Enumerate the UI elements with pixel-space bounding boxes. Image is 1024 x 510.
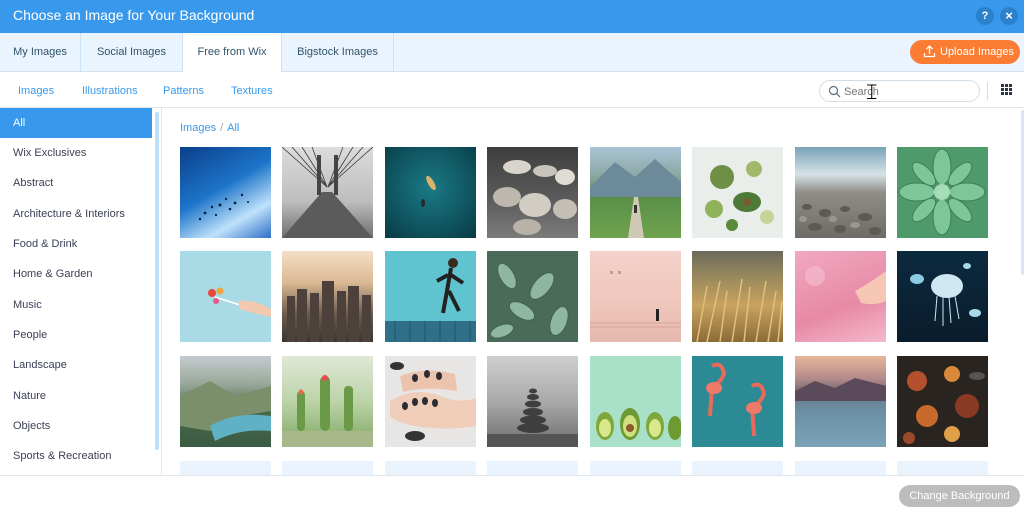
image-tile-loading: [385, 461, 476, 475]
image-tile-loading: [692, 461, 783, 475]
image-tile[interactable]: [795, 251, 886, 342]
category-sidebar: All Wix Exclusives Abstract Architecture…: [0, 108, 162, 475]
subtab-images[interactable]: Images: [18, 85, 54, 97]
image-tile[interactable]: [487, 147, 578, 238]
image-tile[interactable]: [897, 251, 988, 342]
image-tile[interactable]: [590, 356, 681, 447]
image-tile[interactable]: [180, 147, 271, 238]
image-tile[interactable]: [590, 251, 681, 342]
tab-free-from-wix[interactable]: Free from Wix: [183, 33, 282, 73]
sidebar-item-architecture[interactable]: Architecture & Interiors: [0, 199, 152, 229]
sidebar-item-abstract[interactable]: Abstract: [0, 168, 152, 198]
subtab-illustrations[interactable]: Illustrations: [82, 85, 138, 97]
image-tile[interactable]: [487, 356, 578, 447]
image-tile[interactable]: [385, 356, 476, 447]
breadcrumb-separator: /: [220, 122, 224, 134]
sidebar-item-objects[interactable]: Objects: [0, 411, 152, 441]
tab-bigstock-images[interactable]: Bigstock Images: [282, 33, 394, 72]
dialog-footer: Change Background: [0, 475, 1024, 510]
breadcrumb: Images / All: [180, 122, 239, 134]
image-tile[interactable]: [692, 251, 783, 342]
sidebar-item-all[interactable]: All: [0, 108, 152, 138]
upload-images-label: Upload Images: [940, 46, 1014, 58]
source-tabs: My Images Social Images Free from Wix Bi…: [0, 33, 1024, 73]
close-button[interactable]: ×: [1000, 7, 1018, 25]
upload-images-button[interactable]: Upload Images: [910, 40, 1020, 64]
image-tile[interactable]: [897, 147, 988, 238]
help-button[interactable]: ?: [976, 7, 994, 25]
toolbar-divider: [987, 82, 988, 100]
image-tile[interactable]: [282, 147, 373, 238]
image-tile[interactable]: [897, 356, 988, 447]
sidebar-item-music[interactable]: Music: [0, 290, 152, 320]
sidebar-item-home-garden[interactable]: Home & Garden: [0, 259, 152, 289]
image-tile[interactable]: [795, 147, 886, 238]
sidebar-item-food-drink[interactable]: Food & Drink: [0, 229, 152, 259]
image-tile[interactable]: [692, 356, 783, 447]
subtab-textures[interactable]: Textures: [231, 85, 273, 97]
search-icon: [828, 85, 841, 98]
upload-icon: [923, 45, 936, 58]
breadcrumb-root[interactable]: Images: [180, 122, 216, 134]
image-tile[interactable]: [795, 356, 886, 447]
image-tile[interactable]: [487, 251, 578, 342]
dialog-title: Choose an Image for Your Background: [13, 7, 255, 23]
tab-my-images[interactable]: My Images: [0, 33, 81, 72]
image-tile[interactable]: [180, 356, 271, 447]
image-tile-loading: [282, 461, 373, 475]
sidebar-item-wix-exclusives[interactable]: Wix Exclusives: [0, 138, 152, 168]
search-box: [819, 80, 980, 102]
sidebar-item-people[interactable]: People: [0, 320, 152, 350]
image-tile[interactable]: [385, 147, 476, 238]
image-tile[interactable]: [180, 251, 271, 342]
image-tile-loading: [590, 461, 681, 475]
tab-social-images[interactable]: Social Images: [81, 33, 183, 72]
sidebar-scrollbar[interactable]: [155, 112, 159, 450]
sidebar-item-landscape[interactable]: Landscape: [0, 350, 152, 380]
image-tile-loading: [795, 461, 886, 475]
sidebar-item-sports[interactable]: Sports & Recreation: [0, 441, 152, 471]
image-tile-loading: [180, 461, 271, 475]
image-tile[interactable]: [282, 251, 373, 342]
image-tile[interactable]: [385, 251, 476, 342]
sidebar-item-nature[interactable]: Nature: [0, 381, 152, 411]
image-tile-loading: [487, 461, 578, 475]
title-bar: Choose an Image for Your Background ? ×: [0, 0, 1024, 33]
image-tile[interactable]: [282, 356, 373, 447]
grid-view-icon[interactable]: [1001, 84, 1012, 95]
image-tile-loading: [897, 461, 988, 475]
breadcrumb-current: All: [227, 122, 240, 134]
image-tile[interactable]: [590, 147, 681, 238]
text-cursor-icon: 𝙸: [864, 80, 880, 105]
image-tile[interactable]: [692, 147, 783, 238]
change-background-button[interactable]: Change Background: [899, 485, 1020, 507]
subtab-patterns[interactable]: Patterns: [163, 85, 204, 97]
